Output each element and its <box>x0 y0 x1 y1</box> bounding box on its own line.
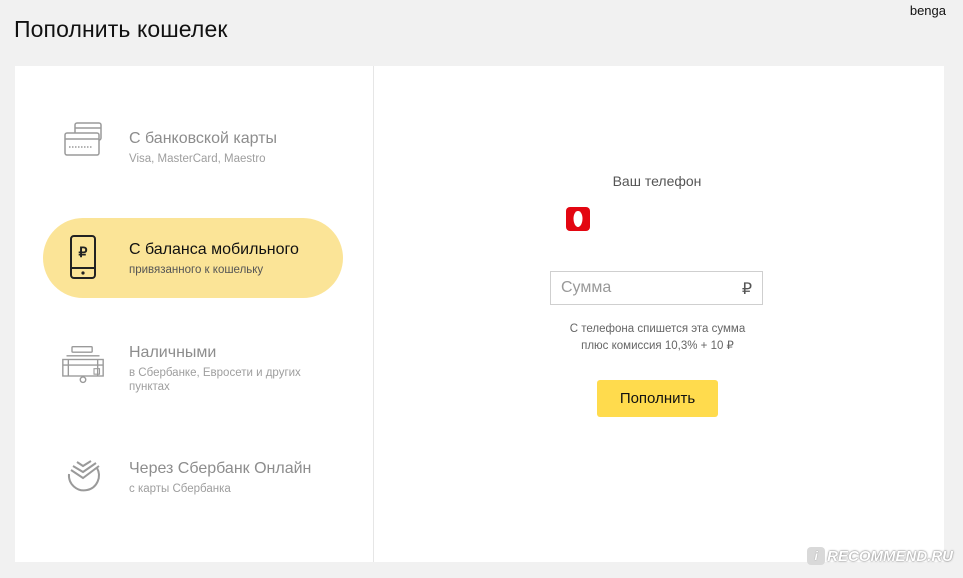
method-title: С банковской карты <box>129 130 278 147</box>
commission-line: плюс комиссия 10,3% + 10 ₽ <box>581 340 734 352</box>
sberbank-logo-icon <box>61 438 105 518</box>
mobile-ruble-icon: ₽ <box>61 218 105 298</box>
amount-input[interactable] <box>551 272 731 304</box>
divider <box>373 66 374 562</box>
amount-field[interactable]: ₽ <box>550 271 763 305</box>
watermark: i RECOMMEND.RU <box>807 544 953 568</box>
commission-note: С телефона спишется эта сумма плюс комис… <box>535 321 780 355</box>
method-subtitle: в Сбербанке, Евросети и других пунктах <box>129 367 301 393</box>
phone-label: Ваш телефон <box>612 173 702 189</box>
cash-terminal-icon <box>61 325 105 405</box>
method-title: С баланса мобильного <box>129 241 299 258</box>
ruble-sign: ₽ <box>741 281 752 298</box>
watermark-text: RECOMMEND.RU <box>827 547 953 565</box>
topup-button[interactable]: Пополнить <box>597 380 718 417</box>
method-subtitle: Visa, MasterCard, Maestro <box>129 153 266 165</box>
bank-card-icon <box>61 99 105 179</box>
method-subtitle: привязанного к кошельку <box>129 264 264 276</box>
method-bank-card[interactable]: С банковской карты Visa, MasterCard, Mae… <box>43 99 343 179</box>
method-title: Наличными <box>129 344 217 361</box>
method-mobile-balance[interactable]: ₽ С баланса мобильного привязанного к ко… <box>43 218 343 298</box>
mts-logo-icon <box>566 207 590 231</box>
page-title: Пополнить кошелек <box>14 16 228 42</box>
svg-text:₽: ₽ <box>79 244 88 260</box>
topup-card: С банковской карты Visa, MasterCard, Mae… <box>15 66 944 562</box>
method-title: Через Сбербанк Онлайн <box>129 460 312 477</box>
commission-line: С телефона спишется эта сумма <box>569 323 746 335</box>
method-cash[interactable]: Наличными в Сбербанке, Евросети и других… <box>43 325 343 405</box>
method-sberbank-online[interactable]: Через Сбербанк Онлайн с карты Сбербанка <box>43 438 343 518</box>
username[interactable]: benga <box>910 3 946 18</box>
method-subtitle: с карты Сбербанка <box>129 483 231 495</box>
watermark-badge: i <box>807 547 826 565</box>
